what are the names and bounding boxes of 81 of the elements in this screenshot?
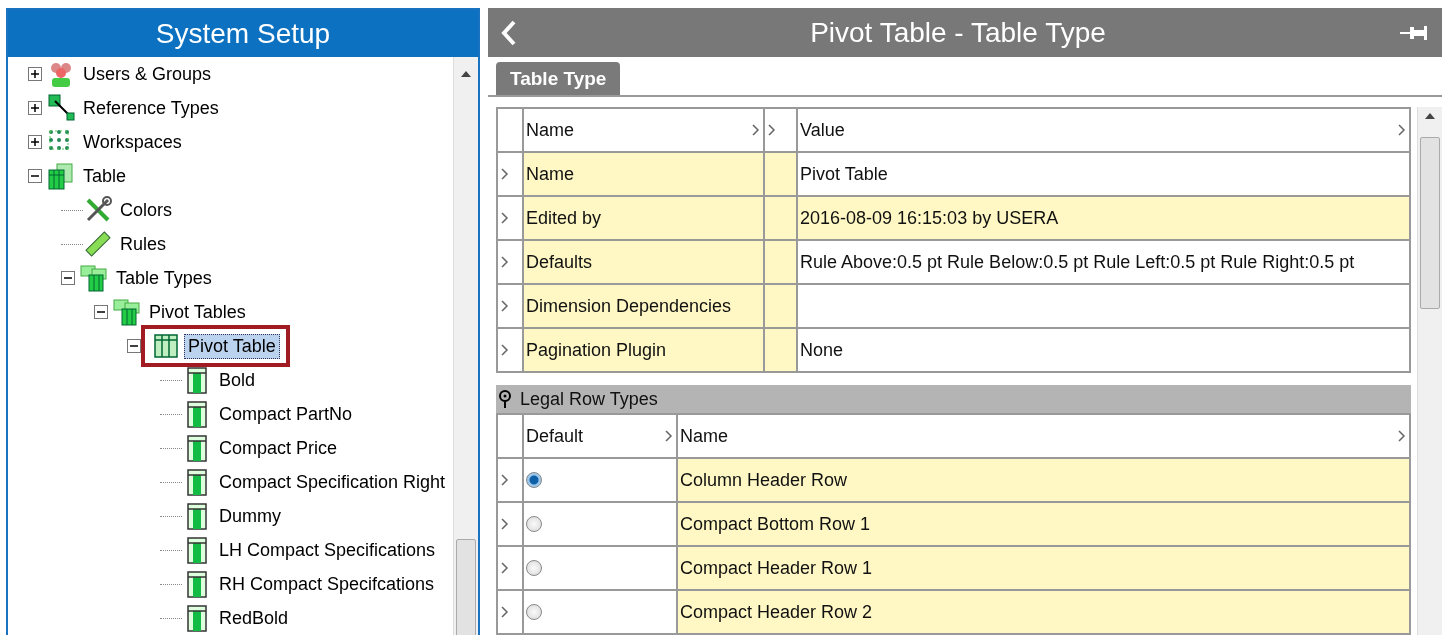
- chevron-icon: [500, 561, 510, 575]
- radio-button[interactable]: [526, 472, 542, 488]
- pin-icon[interactable]: [498, 389, 512, 409]
- property-value[interactable]: Rule Above:0.5 pt Rule Below:0.5 pt Rule Left:0.5 pt Rule Right:0.5 pt: [798, 241, 1411, 285]
- tab[interactable]: Table Type: [496, 62, 621, 95]
- expand-icon[interactable]: [28, 67, 42, 81]
- property-name: Name: [524, 153, 765, 197]
- property-name: Defaults: [524, 241, 765, 285]
- radio-button[interactable]: [526, 516, 542, 532]
- tree-item-label[interactable]: Table: [79, 163, 131, 189]
- radio-button[interactable]: [526, 560, 542, 576]
- property-name: Edited by: [524, 197, 765, 241]
- property-value[interactable]: None: [798, 329, 1411, 373]
- row-type-name: Column Header Row: [678, 459, 1411, 503]
- chevron-icon: [500, 299, 510, 313]
- tree-item-label[interactable]: Table Types: [112, 265, 216, 291]
- property-value[interactable]: Pivot Table: [798, 153, 1411, 197]
- row-type-name: Compact Bottom Row 1: [678, 503, 1411, 547]
- back-icon[interactable]: [500, 19, 518, 46]
- tree-item-label[interactable]: Colors: [116, 197, 176, 223]
- tree-item-label[interactable]: Workspaces: [79, 129, 186, 155]
- collapse-icon[interactable]: [94, 305, 108, 319]
- property-name: Dimension Dependencies: [524, 285, 765, 329]
- column-header[interactable]: Value: [798, 109, 1411, 153]
- table-cell: [765, 285, 798, 329]
- tree-item-label[interactable]: Reference Types: [79, 95, 223, 121]
- scrollbar[interactable]: [1417, 107, 1442, 635]
- column-header[interactable]: Name: [524, 109, 765, 153]
- chevron-icon: [1397, 123, 1407, 137]
- tree-item-label[interactable]: LH Compact Specifications: [215, 537, 440, 563]
- scrollbar[interactable]: [453, 57, 478, 635]
- chevron-icon: [500, 517, 510, 531]
- chevron-icon: [1397, 429, 1407, 443]
- chevron-icon: [500, 473, 510, 487]
- expand-icon[interactable]: [28, 101, 42, 115]
- scrollbar-thumb[interactable]: [1420, 137, 1440, 309]
- tree-item-label[interactable]: Pivot Table: [184, 333, 280, 359]
- row-type-name: Compact Header Row 2: [678, 591, 1411, 635]
- tree-item-label[interactable]: RedBold: [215, 605, 293, 631]
- tree-item-label[interactable]: Bold: [215, 367, 260, 393]
- stacked-tables-icon: [112, 297, 142, 327]
- tree-item-label[interactable]: Rules: [116, 231, 171, 257]
- table-icon: [46, 161, 76, 191]
- tree-item-label[interactable]: Users & Groups: [79, 61, 216, 87]
- chevron-icon: [664, 429, 674, 443]
- scrollbar-thumb[interactable]: [456, 539, 476, 635]
- property-value[interactable]: 2016-08-09 16:15:03 by USERA: [798, 197, 1411, 241]
- scroll-up-icon[interactable]: [460, 69, 472, 79]
- tree-item-label[interactable]: Compact Specification Right: [215, 469, 450, 495]
- chevron-icon: [500, 211, 510, 225]
- tree-item-label[interactable]: Pivot Tables: [145, 299, 250, 325]
- row-type-name: Compact Header Row 1: [678, 547, 1411, 591]
- collapse-icon[interactable]: [28, 169, 42, 183]
- property-name: Pagination Plugin: [524, 329, 765, 373]
- expand-icon[interactable]: [28, 135, 42, 149]
- table-cell: [765, 241, 798, 285]
- column-header[interactable]: Name: [678, 415, 1411, 459]
- linked-nodes-icon: [46, 93, 76, 123]
- chevron-icon: [500, 167, 510, 181]
- panel-title: Pivot Table - Table Type: [809, 16, 1107, 49]
- column-header[interactable]: Default: [524, 415, 678, 459]
- tree-item-label[interactable]: Compact Price: [215, 435, 342, 461]
- collapse-icon[interactable]: [127, 339, 141, 353]
- chevron-icon: [500, 343, 510, 357]
- chevron-icon: [500, 255, 510, 269]
- section-title: Legal Row Types: [520, 388, 658, 410]
- table-cell: [765, 197, 798, 241]
- panel-title: System Setup: [8, 10, 478, 57]
- collapse-icon[interactable]: [61, 271, 75, 285]
- scroll-up-icon[interactable]: [1424, 111, 1436, 121]
- tree-item-label[interactable]: RH Compact Specifcations: [215, 571, 439, 597]
- radio-button[interactable]: [526, 604, 542, 620]
- chevron-icon: [767, 123, 777, 137]
- table-cell: [765, 329, 798, 373]
- chevron-icon: [751, 123, 761, 137]
- chevron-icon: [500, 605, 510, 619]
- tree-item-label[interactable]: Dummy: [215, 503, 285, 529]
- tree-item-label[interactable]: Compact PartNo: [215, 401, 357, 427]
- table-icon: [151, 331, 181, 361]
- property-value[interactable]: [798, 285, 1411, 329]
- stacked-tables-icon: [79, 263, 109, 293]
